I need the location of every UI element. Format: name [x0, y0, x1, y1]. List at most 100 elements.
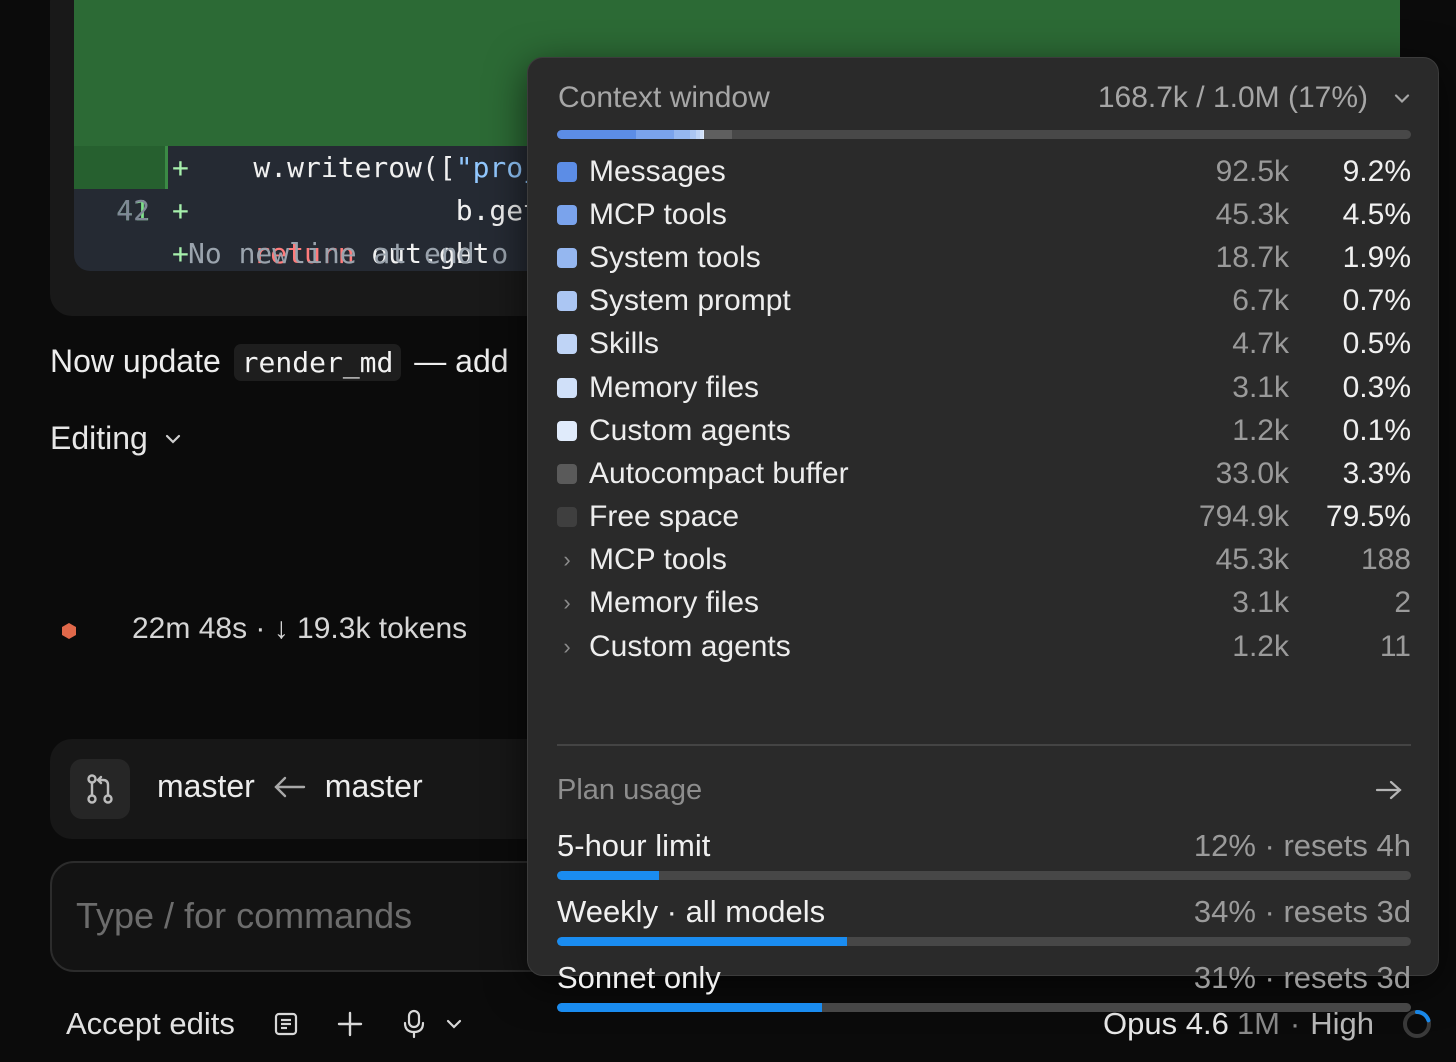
limit-info: 31% · resets 3d	[1193, 960, 1411, 995]
divider	[557, 744, 1411, 746]
spinner-icon	[62, 623, 76, 639]
detail-tokens: 3.1k	[1232, 586, 1289, 620]
usage-segment	[673, 130, 691, 139]
context-usage-bar	[557, 130, 1411, 139]
category-label: System prompt	[589, 284, 791, 318]
usage-limit-weekly: Weekly · all models 34% · resets 3d	[557, 892, 1411, 946]
swatch	[557, 291, 577, 312]
code-text: No newline at end o	[188, 237, 509, 270]
category-tokens: 6.7k	[1232, 284, 1289, 318]
source-branch: master	[324, 768, 423, 804]
limit-progress-bar	[557, 937, 1411, 946]
message-text: Now update	[50, 343, 221, 379]
usage-limit-5-hour: 5-hour limit 12% · resets 4h	[557, 826, 1411, 880]
category-row: MCP tools 45.3k 4.5%	[557, 193, 1411, 236]
category-percent: 0.5%	[1342, 327, 1411, 361]
detail-tokens: 45.3k	[1215, 543, 1289, 577]
chevron-right-icon: ›	[563, 547, 571, 573]
swatch	[557, 463, 577, 484]
popover-title: Context window	[558, 81, 770, 114]
category-tokens: 33.0k	[1215, 456, 1289, 490]
swatch	[557, 247, 577, 268]
context-usage-ring-icon[interactable]	[1402, 1009, 1432, 1039]
category-tokens: 18.7k	[1215, 240, 1289, 274]
category-label: Autocompact buffer	[589, 456, 849, 490]
editing-toggle[interactable]: Editing	[50, 420, 182, 457]
document-icon[interactable]	[269, 1007, 303, 1041]
category-tokens: 4.7k	[1232, 327, 1289, 361]
swatch	[557, 420, 577, 441]
limit-progress-bar	[557, 871, 1411, 880]
context-window-header[interactable]: Context window 168.7k / 1.0M (17%)	[558, 78, 1410, 118]
category-tokens: 3.1k	[1232, 370, 1289, 404]
limit-name: 5-hour limit	[557, 828, 711, 863]
category-label: Memory files	[589, 370, 760, 404]
category-row: System prompt 6.7k 0.7%	[557, 280, 1411, 323]
plan-usage-title: Plan usage	[557, 773, 703, 806]
detail-tokens: 1.2k	[1232, 629, 1289, 663]
category-row: Messages 92.5k 9.2%	[557, 150, 1411, 193]
limit-progress-fill	[557, 937, 848, 946]
swatch	[557, 161, 577, 182]
detail-count: 11	[1379, 629, 1411, 663]
category-label: MCP tools	[589, 197, 727, 231]
plan-usage-link[interactable]: Plan usage	[557, 770, 1411, 810]
plus-icon[interactable]	[333, 1007, 367, 1041]
category-percent: 79.5%	[1325, 500, 1411, 534]
limit-progress-bar	[557, 1003, 1411, 1012]
message-text: — add	[414, 343, 509, 379]
assistant-message: Now update render_md — add	[50, 343, 509, 381]
category-tokens: 92.5k	[1215, 154, 1289, 188]
limit-info: 34% · resets 3d	[1193, 894, 1411, 929]
limit-progress-fill	[557, 1003, 822, 1012]
category-row: System tools 18.7k 1.9%	[557, 236, 1411, 279]
chevron-right-icon: ›	[563, 590, 571, 616]
limit-progress-fill	[557, 871, 660, 880]
accept-edits-toggle[interactable]: Accept edits	[66, 1006, 235, 1042]
category-percent: 0.1%	[1342, 413, 1411, 447]
microphone-icon[interactable]	[397, 1007, 431, 1041]
detail-count: 2	[1394, 586, 1411, 620]
swatch	[557, 507, 577, 528]
detail-row-memory-files[interactable]: › Memory files 3.1k 2	[557, 582, 1411, 625]
limit-info: 12% · resets 4h	[1193, 828, 1411, 863]
detail-label: Custom agents	[589, 629, 791, 663]
category-percent: 9.2%	[1342, 154, 1411, 188]
category-row: Autocompact buffer 33.0k 3.3%	[557, 452, 1411, 495]
category-row: Free space 794.9k 79.5%	[557, 496, 1411, 539]
detail-label: MCP tools	[589, 543, 727, 577]
diff-line: 39 + b.get("night", 0), b.get("morning",…	[74, 17, 1400, 227]
prompt-input[interactable]	[76, 895, 516, 937]
category-label: System tools	[589, 240, 761, 274]
arrow-left-icon	[274, 776, 305, 797]
category-row: Memory files 3.1k 0.3%	[557, 366, 1411, 409]
chevron-down-icon[interactable]	[437, 1007, 471, 1041]
branch-selector[interactable]: master master	[157, 768, 423, 805]
status-text: 22m 48s · ↓ 19.3k tokens	[132, 612, 468, 645]
usage-segment	[557, 130, 636, 139]
context-breakdown: Messages 92.5k 9.2% MCP tools 45.3k 4.5% Sys…	[557, 150, 1411, 668]
editing-label: Editing	[50, 420, 148, 456]
category-label: Custom agents	[589, 413, 791, 447]
category-row: Skills 4.7k 0.5%	[557, 323, 1411, 366]
category-percent: 0.7%	[1342, 284, 1411, 318]
chevron-down-icon	[165, 434, 180, 444]
detail-row-mcp-tools[interactable]: › MCP tools 45.3k 188	[557, 539, 1411, 582]
context-window-popover: Context window 168.7k / 1.0M (17%) Messa…	[527, 57, 1439, 1012]
git-pull-request-icon	[87, 774, 113, 804]
target-branch: master	[157, 768, 255, 804]
context-total: 168.7k / 1.0M (17%)	[1097, 81, 1368, 114]
category-percent: 3.3%	[1342, 456, 1411, 490]
detail-row-custom-agents[interactable]: › Custom agents 1.2k 11	[557, 625, 1411, 668]
chevron-right-icon: ›	[563, 633, 571, 659]
category-row: Custom agents 1.2k 0.1%	[557, 409, 1411, 452]
pull-request-button[interactable]	[70, 759, 130, 819]
swatch	[557, 204, 577, 225]
limit-name: Weekly · all models	[557, 894, 826, 929]
category-tokens: 45.3k	[1215, 197, 1289, 231]
usage-limit-sonnet: Sonnet only 31% · resets 3d	[557, 958, 1411, 1012]
chevron-down-icon	[1394, 93, 1410, 103]
arrow-right-icon	[1375, 780, 1402, 800]
composer-toolbar: Accept edits	[66, 1000, 501, 1048]
usage-segment	[635, 130, 674, 139]
